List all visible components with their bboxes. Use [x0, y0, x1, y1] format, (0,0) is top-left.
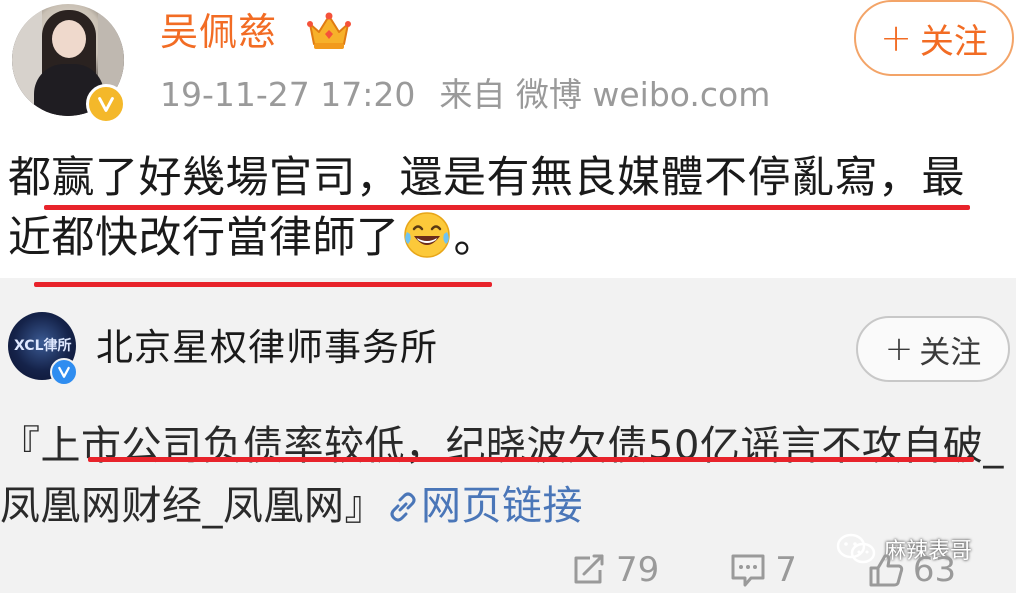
- laughing-tears-emoji-icon: [403, 212, 450, 258]
- reposted-card[interactable]: XCL律所 北京星权律师事务所 + 关注 『上市公司负债率较低，纪晓波欠债50亿…: [0, 278, 1016, 593]
- post-text-end: 。: [453, 213, 497, 263]
- blue-verified-badge-icon: [50, 358, 78, 386]
- plus-icon: +: [880, 16, 912, 60]
- repost-author-name[interactable]: 北京星权律师事务所: [96, 324, 438, 372]
- repost-action[interactable]: 79: [570, 550, 659, 590]
- comment-icon: [731, 554, 765, 587]
- repost-follow-label: 关注: [919, 334, 982, 371]
- plus-icon: +: [884, 329, 914, 369]
- post-meta: 19-11-27 17:20 来自 微博 weibo.com: [160, 72, 770, 118]
- post-username[interactable]: 吴佩慈: [160, 6, 277, 58]
- thumbs-up-icon: [869, 554, 904, 587]
- post-source[interactable]: 来自 微博 weibo.com: [439, 75, 770, 114]
- repost-icon: [574, 554, 604, 584]
- comment-action[interactable]: 7: [729, 550, 797, 590]
- action-bar: 79 7 63: [570, 548, 956, 592]
- vip-crown-icon: [307, 12, 351, 49]
- repost-count: 79: [616, 550, 660, 590]
- follow-label: 关注: [919, 21, 988, 62]
- link-icon: [390, 492, 416, 522]
- red-underline-annotation: [88, 457, 974, 462]
- repost-follow-button[interactable]: + 关注: [856, 316, 1010, 382]
- weibo-post: 吴佩慈 19-11-27 17:20 来自 微博 weibo.com + 关注 都…: [0, 0, 1016, 282]
- comment-count: 7: [775, 550, 797, 590]
- repost-body: 『上市公司负债率较低，纪晓波欠债50亿谣言不攻自破_凤凰网财经_凤凰网』 网页链…: [0, 416, 1010, 536]
- follow-button[interactable]: + 关注: [854, 0, 1014, 76]
- like-action[interactable]: 63: [867, 550, 956, 590]
- verified-badge-icon: [86, 84, 126, 124]
- web-link[interactable]: 网页链接: [385, 483, 583, 529]
- red-underline-annotation: [34, 282, 492, 287]
- post-timestamp: 19-11-27 17:20: [160, 75, 416, 114]
- like-count: 63: [912, 550, 957, 590]
- red-underline-annotation: [44, 205, 970, 210]
- web-link-label: 网页链接: [421, 483, 583, 529]
- law-firm-avatar-text: XCL律所: [14, 338, 72, 354]
